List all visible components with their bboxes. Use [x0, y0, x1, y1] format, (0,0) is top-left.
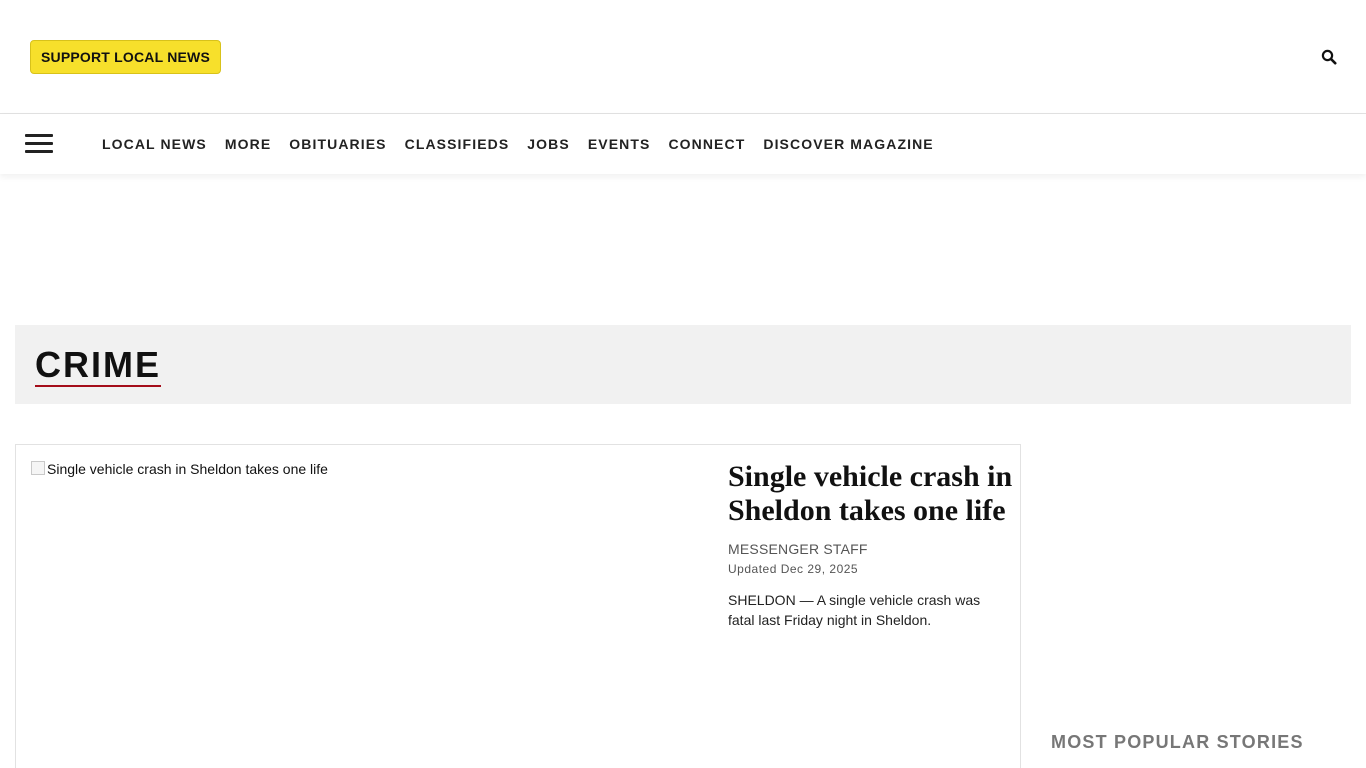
hamburger-menu-icon[interactable] [25, 134, 53, 154]
story-image-alt-text: Single vehicle crash in Sheldon takes on… [47, 461, 328, 477]
nav-item-more[interactable]: MORE [225, 136, 271, 152]
broken-image-icon [31, 461, 45, 475]
story-updated-date: Updated Dec 29, 2025 [728, 562, 859, 576]
story-image[interactable]: Single vehicle crash in Sheldon takes on… [31, 460, 701, 768]
top-bar: SUPPORT LOCAL NEWS [0, 0, 1366, 114]
story-summary: SHELDON — A single vehicle crash was fat… [728, 592, 981, 628]
search-icon[interactable] [1321, 49, 1337, 65]
section-header: CRIME [15, 325, 1351, 404]
nav-item-events[interactable]: EVENTS [588, 136, 651, 152]
story-byline: MESSENGER STAFF [728, 541, 868, 557]
nav-item-obituaries[interactable]: OBITUARIES [289, 136, 386, 152]
nav-item-connect[interactable]: CONNECT [668, 136, 745, 152]
story-headline[interactable]: Single vehicle crash in Sheldon takes on… [728, 460, 1013, 528]
most-popular-heading: MOST POPULAR STORIES [1051, 732, 1304, 752]
support-local-news-button[interactable]: SUPPORT LOCAL NEWS [30, 40, 221, 74]
nav-item-local-news[interactable]: LOCAL NEWS [102, 136, 207, 152]
section-title: CRIME [35, 344, 161, 387]
nav-item-classifieds[interactable]: CLASSIFIEDS [405, 136, 510, 152]
nav-links: LOCAL NEWS MORE OBITUARIES CLASSIFIEDS J… [102, 114, 952, 174]
nav-item-discover-magazine[interactable]: DISCOVER MAGAZINE [763, 136, 933, 152]
nav-item-jobs[interactable]: JOBS [527, 136, 570, 152]
main-navigation: LOCAL NEWS MORE OBITUARIES CLASSIFIEDS J… [0, 114, 1366, 174]
featured-story-card: Single vehicle crash in Sheldon takes on… [15, 444, 1021, 768]
